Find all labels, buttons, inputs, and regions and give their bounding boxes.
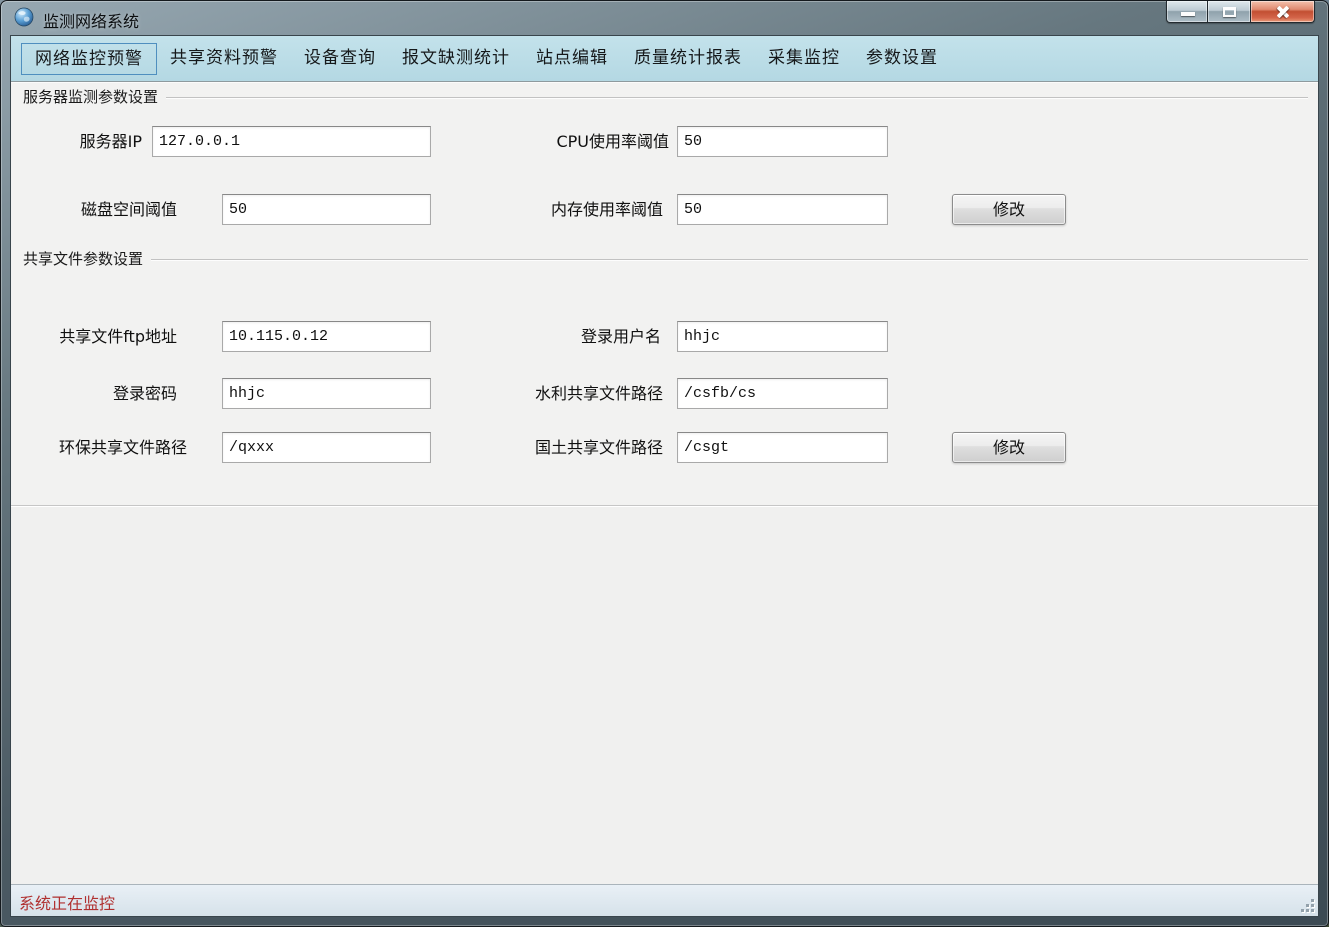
maximize-icon xyxy=(1223,7,1236,17)
globe-icon xyxy=(14,7,34,27)
field-label-memory-threshold: 内存使用率阈值 xyxy=(431,194,663,225)
field-label-cpu-threshold: CPU使用率阈值 xyxy=(431,126,669,157)
minimize-button[interactable] xyxy=(1166,1,1208,23)
window-title: 监测网络系统 xyxy=(43,8,139,32)
tab-param-settings[interactable]: 参数设置 xyxy=(853,43,951,75)
resize-grip-icon[interactable] xyxy=(1301,899,1315,913)
close-button[interactable] xyxy=(1251,1,1315,23)
server-ip-input[interactable] xyxy=(152,126,431,157)
login-username-input[interactable] xyxy=(677,321,888,352)
tab-device-query[interactable]: 设备查询 xyxy=(291,43,389,75)
settings-panel: 服务器监测参数设置 服务器IP CPU使用率阈值 磁盘空间阈值 内存使用率阈值 … xyxy=(11,83,1318,506)
field-label-land-share-path: 国土共享文件路径 xyxy=(431,432,663,463)
group-divider-line xyxy=(166,97,1308,99)
group-divider-line xyxy=(151,259,1308,261)
tab-quality-report[interactable]: 质量统计报表 xyxy=(621,43,755,75)
field-label-env-share-path: 环保共享文件路径 xyxy=(11,432,187,463)
memory-threshold-input[interactable] xyxy=(677,194,888,225)
server-group-title: 服务器监测参数设置 xyxy=(23,86,166,107)
tab-message-missing-stats[interactable]: 报文缺测统计 xyxy=(389,43,523,75)
share-group-title: 共享文件参数设置 xyxy=(23,248,151,269)
status-text: 系统正在监控 xyxy=(19,890,115,914)
content-area: 服务器监测参数设置 服务器IP CPU使用率阈值 磁盘空间阈值 内存使用率阈值 … xyxy=(11,82,1318,884)
tab-bar: 网络监控预警 共享资料预警 设备查询 报文缺测统计 站点编辑 质量统计报表 采集… xyxy=(11,36,1318,82)
cpu-threshold-input[interactable] xyxy=(677,126,888,157)
field-label-login-username: 登录用户名 xyxy=(431,321,661,352)
land-share-path-input[interactable] xyxy=(677,432,888,463)
window-controls xyxy=(1166,1,1315,25)
env-share-path-input[interactable] xyxy=(222,432,431,463)
app-window: 监测网络系统 网络监控预警 共享资料预警 设备查询 报文缺测统计 站点编辑 质量… xyxy=(0,0,1329,927)
maximize-button[interactable] xyxy=(1208,1,1251,23)
tab-site-edit[interactable]: 站点编辑 xyxy=(523,43,621,75)
share-group-header: 共享文件参数设置 xyxy=(23,248,1308,269)
client-area: 网络监控预警 共享资料预警 设备查询 报文缺测统计 站点编辑 质量统计报表 采集… xyxy=(10,35,1319,917)
field-label-login-password: 登录密码 xyxy=(11,378,177,409)
field-label-water-share-path: 水利共享文件路径 xyxy=(431,378,663,409)
status-bar: 系统正在监控 xyxy=(11,884,1318,916)
title-bar[interactable]: 监测网络系统 xyxy=(1,1,1328,35)
tab-share-data-warning[interactable]: 共享资料预警 xyxy=(157,43,291,75)
field-label-server-ip: 服务器IP xyxy=(11,126,142,157)
ftp-address-input[interactable] xyxy=(222,321,431,352)
server-group-header: 服务器监测参数设置 xyxy=(23,86,1308,107)
empty-panel xyxy=(11,507,1318,884)
water-share-path-input[interactable] xyxy=(677,378,888,409)
field-label-ftp-address: 共享文件ftp地址 xyxy=(11,321,177,352)
login-password-input[interactable] xyxy=(222,378,431,409)
share-modify-button[interactable]: 修改 xyxy=(952,432,1066,463)
disk-threshold-input[interactable] xyxy=(222,194,431,225)
minimize-icon xyxy=(1181,12,1195,16)
tab-network-monitor-warning[interactable]: 网络监控预警 xyxy=(21,43,157,75)
server-modify-button[interactable]: 修改 xyxy=(952,194,1066,225)
tab-collect-monitor[interactable]: 采集监控 xyxy=(755,43,853,75)
field-label-disk-threshold: 磁盘空间阈值 xyxy=(11,194,177,225)
close-icon xyxy=(1275,4,1291,20)
